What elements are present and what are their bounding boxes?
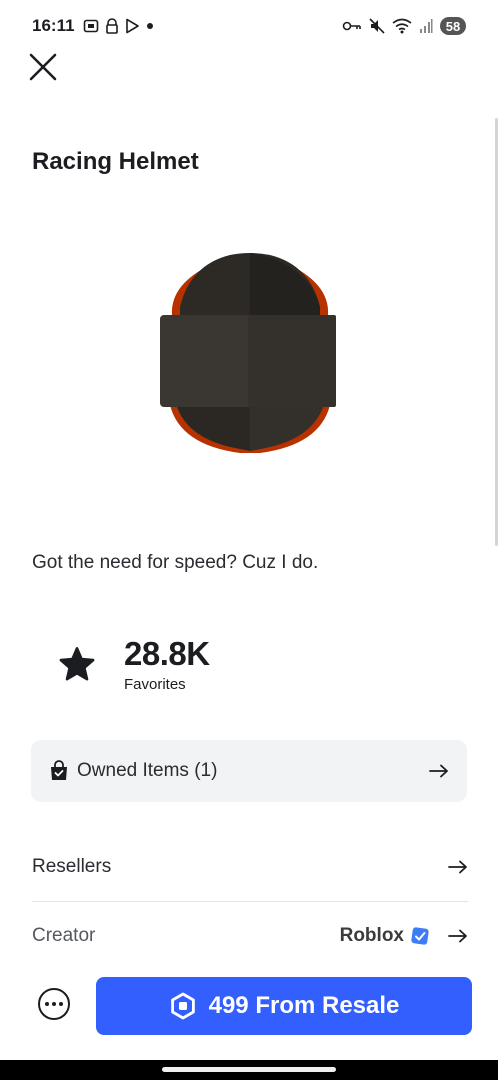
- shopping-bag-check-icon: [49, 760, 69, 782]
- creator-name[interactable]: Roblox: [340, 925, 430, 947]
- status-left-icons: [83, 18, 154, 34]
- lock-icon: [105, 18, 119, 34]
- favorites-block: 28.8K Favorites: [56, 636, 210, 693]
- screenshot-icon: [83, 18, 99, 34]
- more-dot: [59, 1002, 63, 1006]
- signal-icon: [419, 18, 433, 34]
- buy-button-label: 499 From Resale: [208, 992, 400, 1019]
- favorites-text: 28.8K Favorites: [124, 635, 210, 694]
- play-store-icon: [125, 18, 140, 34]
- favorites-count: 28.8K: [124, 635, 210, 672]
- robux-icon: [169, 992, 197, 1020]
- battery-indicator: 58: [440, 17, 466, 35]
- resellers-label: Resellers: [32, 856, 112, 877]
- creator-label: Creator: [32, 925, 96, 946]
- owned-items-label: Owned Items (1): [77, 760, 218, 781]
- favorites-label: Favorites: [124, 676, 186, 693]
- creator-name-text: Roblox: [339, 925, 404, 946]
- owned-items-button[interactable]: Owned Items (1): [31, 740, 467, 802]
- close-icon: [29, 53, 57, 81]
- arrow-right-icon: [448, 929, 468, 943]
- vpn-key-icon: [342, 19, 362, 33]
- item-thumbnail: [150, 245, 350, 465]
- resellers-row[interactable]: Resellers: [32, 833, 468, 901]
- more-options-button[interactable]: [38, 988, 70, 1020]
- item-description: Got the need for speed? Cuz I do.: [32, 552, 319, 573]
- arrow-right-icon: [448, 860, 468, 874]
- status-bar: 16:11 58: [0, 0, 498, 52]
- more-dot: [52, 1002, 56, 1006]
- more-dot: [45, 1002, 49, 1006]
- home-gesture-handle[interactable]: [162, 1067, 336, 1072]
- muted-icon: [369, 18, 385, 34]
- item-title: Racing Helmet: [32, 148, 199, 175]
- close-button[interactable]: [24, 48, 62, 86]
- favorite-star-icon[interactable]: [56, 644, 98, 686]
- status-time: 16:11: [32, 16, 75, 35]
- creator-row[interactable]: Creator Roblox: [32, 902, 468, 970]
- buy-from-resale-button[interactable]: 499 From Resale: [96, 977, 472, 1035]
- status-right-icons: 58: [342, 17, 466, 35]
- system-nav-bar: [0, 1060, 498, 1080]
- notification-dot-icon: [146, 22, 154, 30]
- arrow-right-icon: [429, 764, 449, 778]
- wifi-icon: [392, 18, 412, 34]
- verified-badge-icon: [410, 926, 430, 946]
